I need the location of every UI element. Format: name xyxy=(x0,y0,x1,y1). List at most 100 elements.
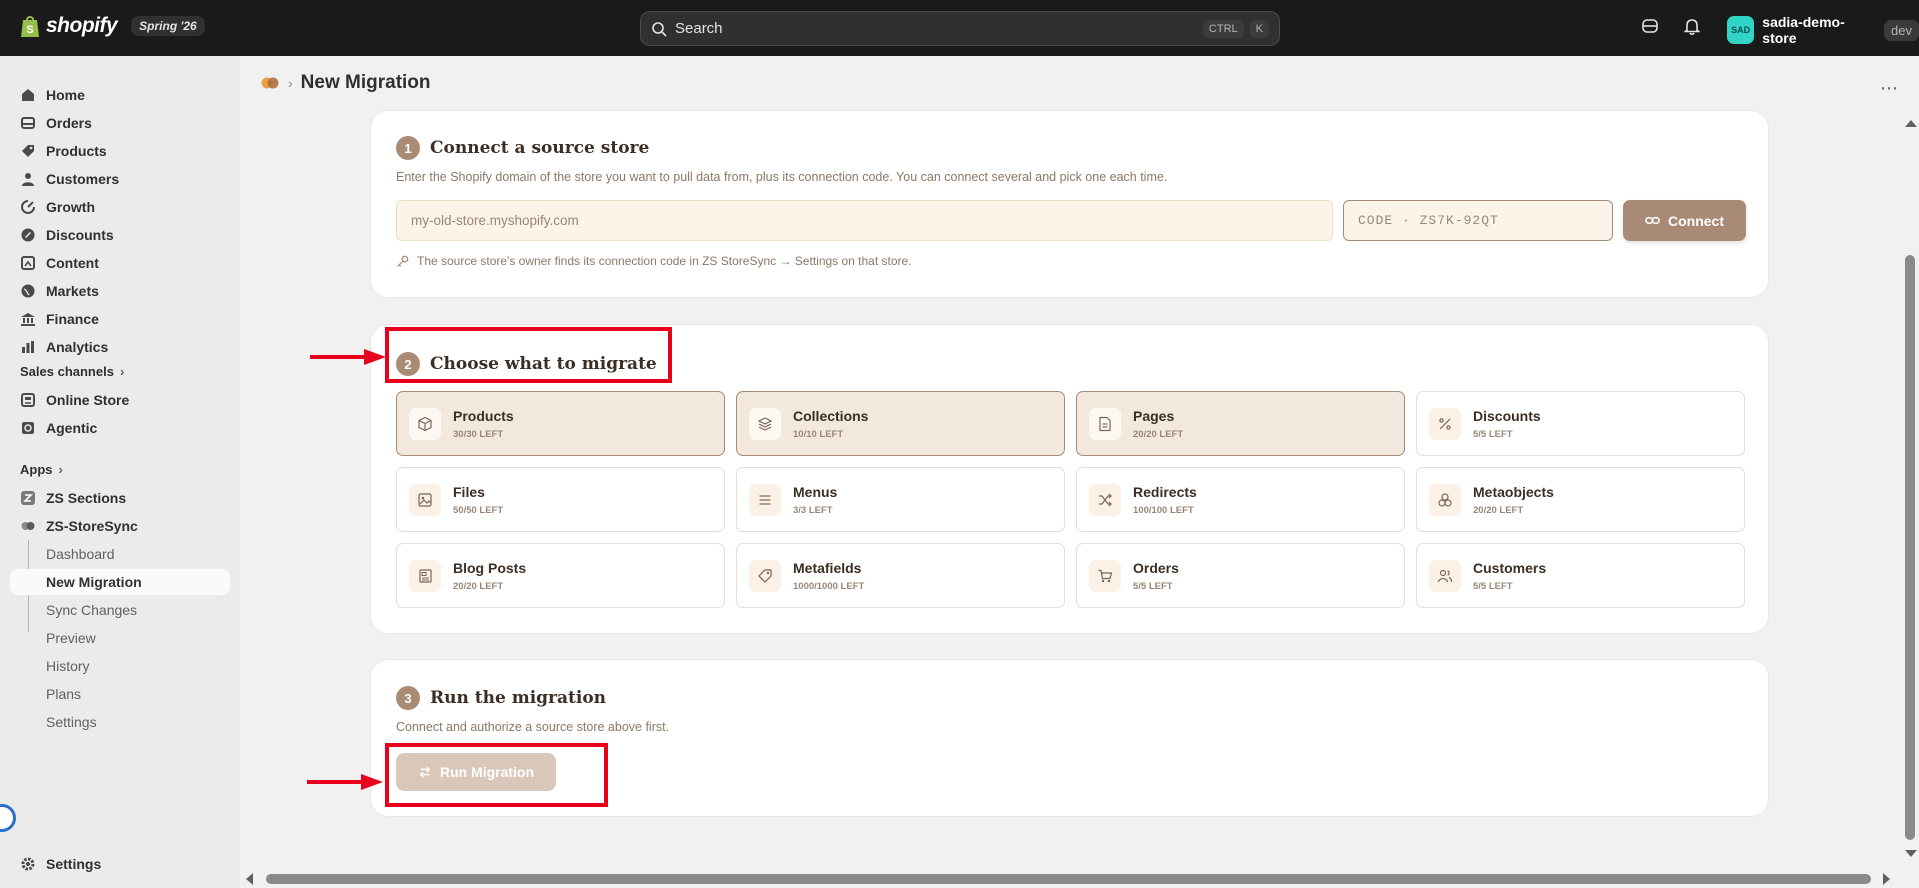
sidebar-subitem-new-migration[interactable]: New Migration xyxy=(10,569,230,595)
box-icon xyxy=(409,407,441,440)
sidebar-item-label: Orders xyxy=(46,115,92,131)
migrate-option-discounts[interactable]: Discounts 5/5 LEFT xyxy=(1416,391,1745,456)
tile-name: Blog Posts xyxy=(453,559,527,576)
horizontal-scrollbar[interactable] xyxy=(240,870,1901,888)
menu-icon xyxy=(749,483,781,516)
migrate-option-pages[interactable]: Pages 20/20 LEFT xyxy=(1076,391,1405,456)
sidebar-item-settings[interactable]: Settings xyxy=(10,851,230,877)
breadcrumb: › New Migration xyxy=(260,72,431,94)
tile-name: Pages xyxy=(1133,407,1175,424)
sidebar: Home Orders Products Customers Growth Di… xyxy=(0,56,240,888)
sidebar-item-growth[interactable]: Growth xyxy=(10,194,230,220)
image-icon xyxy=(409,483,441,516)
tile-name: Products xyxy=(453,407,514,424)
sidebar-item-agentic[interactable]: Agentic xyxy=(10,415,230,441)
sidebar-item-home[interactable]: Home xyxy=(10,82,230,108)
key-icon xyxy=(397,255,409,267)
sidebar-item-zs-storesync[interactable]: ZS-StoreSync xyxy=(10,513,230,539)
apps-heading[interactable]: Apps › xyxy=(20,462,63,477)
sales-channels-heading[interactable]: Sales channels › xyxy=(20,364,124,379)
gear-icon xyxy=(20,856,36,872)
bell-icon[interactable] xyxy=(1682,16,1702,36)
annotation-arrow-step2 xyxy=(310,349,386,365)
tile-quota: 20/20 LEFT xyxy=(453,580,504,592)
sidebar-item-products[interactable]: Products xyxy=(10,138,230,164)
search-placeholder: Search xyxy=(675,20,723,37)
migrate-option-orders[interactable]: Orders 5/5 LEFT xyxy=(1076,543,1405,608)
sidebar-item-label: Markets xyxy=(46,283,99,299)
search-icon xyxy=(652,21,667,37)
migrate-option-metafields[interactable]: Metafields 1000/1000 LEFT xyxy=(736,543,1065,608)
step-number: 3 xyxy=(396,686,420,710)
sidebar-item-label: Agentic xyxy=(46,420,98,436)
sidebar-subitem-settings[interactable]: Settings xyxy=(10,709,230,735)
tile-name: Collections xyxy=(793,407,869,424)
sidebar-subitem-plans[interactable]: Plans xyxy=(10,681,230,707)
migrate-option-blog-posts[interactable]: Blog Posts 20/20 LEFT xyxy=(396,543,725,608)
tile-name: Metaobjects xyxy=(1473,483,1554,500)
agentic-icon xyxy=(20,420,36,436)
content-icon xyxy=(20,255,36,271)
chevron-right-icon: › xyxy=(288,75,293,91)
connection-code-input[interactable]: CODE · ZS7K-92QT xyxy=(1343,200,1613,241)
cart-icon xyxy=(1089,559,1121,592)
scroll-left-icon[interactable] xyxy=(246,873,253,885)
vertical-scroll-thumb[interactable] xyxy=(1905,255,1915,840)
tile-quota: 20/20 LEFT xyxy=(1133,428,1184,440)
zs-storesync-icon[interactable] xyxy=(260,73,280,93)
sidebar-item-label: Home xyxy=(46,87,85,103)
percent-icon xyxy=(1429,407,1461,440)
tile-name: Menus xyxy=(793,483,838,500)
migrate-option-products[interactable]: Products 30/30 LEFT xyxy=(396,391,725,456)
tile-quota: 20/20 LEFT xyxy=(1473,504,1524,516)
more-actions-button[interactable]: ⋯ xyxy=(1880,78,1899,99)
tile-name: Discounts xyxy=(1473,407,1541,424)
sidebar-item-markets[interactable]: Markets xyxy=(10,278,230,304)
sidebar-item-online-store[interactable]: Online Store xyxy=(10,387,230,413)
hint-text: The source store's owner finds its conne… xyxy=(417,254,912,268)
source-domain-input[interactable]: my-old-store.myshopify.com xyxy=(396,200,1333,241)
sidebar-subitem-sync-changes[interactable]: Sync Changes xyxy=(10,597,230,623)
sidebar-subitem-preview[interactable]: Preview xyxy=(10,625,230,651)
sidebar-item-finance[interactable]: Finance xyxy=(10,306,230,332)
vertical-scrollbar[interactable] xyxy=(1901,112,1919,864)
sidebar-item-label: Settings xyxy=(46,856,102,872)
search-input[interactable]: Search CTRL K xyxy=(640,11,1280,46)
tile-quota: 1000/1000 LEFT xyxy=(793,580,865,592)
migrate-option-redirects[interactable]: Redirects 100/100 LEFT xyxy=(1076,467,1405,532)
env-badge: dev xyxy=(1884,19,1919,41)
sidebar-item-label: Growth xyxy=(46,199,95,215)
migrate-option-collections[interactable]: Collections 10/10 LEFT xyxy=(736,391,1065,456)
sidekick-icon[interactable] xyxy=(1640,16,1660,36)
sidebar-item-label: Online Store xyxy=(46,392,130,408)
shortcut-ctrl: CTRL xyxy=(1202,19,1244,38)
sidebar-item-discounts[interactable]: Discounts xyxy=(10,222,230,248)
connect-button[interactable]: Connect xyxy=(1623,200,1746,241)
migrate-option-customers[interactable]: Customers 5/5 LEFT xyxy=(1416,543,1745,608)
scroll-down-icon[interactable] xyxy=(1905,850,1917,857)
step-1-header: 1 Connect a source store xyxy=(396,136,649,160)
sidebar-subitem-history[interactable]: History xyxy=(10,653,230,679)
sidebar-item-customers[interactable]: Customers xyxy=(10,166,230,192)
shopify-logo[interactable]: S shopify Spring '26 xyxy=(20,14,205,38)
person-icon xyxy=(20,171,36,187)
shopify-bag-icon: S xyxy=(21,16,39,37)
store-switcher[interactable]: SAD sadia-demo-store dev xyxy=(1727,14,1919,46)
sidebar-item-content[interactable]: Content xyxy=(10,250,230,276)
tile-quota: 3/3 LEFT xyxy=(793,504,833,516)
migrate-option-menus[interactable]: Menus 3/3 LEFT xyxy=(736,467,1065,532)
sidebar-subitem-dashboard[interactable]: Dashboard xyxy=(10,541,230,567)
tile-quota: 5/5 LEFT xyxy=(1133,580,1173,592)
horizontal-scroll-thumb[interactable] xyxy=(266,874,1871,884)
migrate-option-files[interactable]: Files 50/50 LEFT xyxy=(396,467,725,532)
connect-source-card: 1 Connect a source store Enter the Shopi… xyxy=(370,110,1769,298)
orders-icon xyxy=(20,115,36,131)
scroll-up-icon[interactable] xyxy=(1905,120,1917,127)
sidebar-item-analytics[interactable]: Analytics xyxy=(10,334,230,360)
migrate-option-metaobjects[interactable]: Metaobjects 20/20 LEFT xyxy=(1416,467,1745,532)
sidebar-item-orders[interactable]: Orders xyxy=(10,110,230,136)
sidebar-item-zs-sections[interactable]: ZS Sections xyxy=(10,485,230,511)
step-3-header: 3 Run the migration xyxy=(396,686,606,710)
tile-quota: 10/10 LEFT xyxy=(793,428,844,440)
scroll-right-icon[interactable] xyxy=(1883,873,1890,885)
